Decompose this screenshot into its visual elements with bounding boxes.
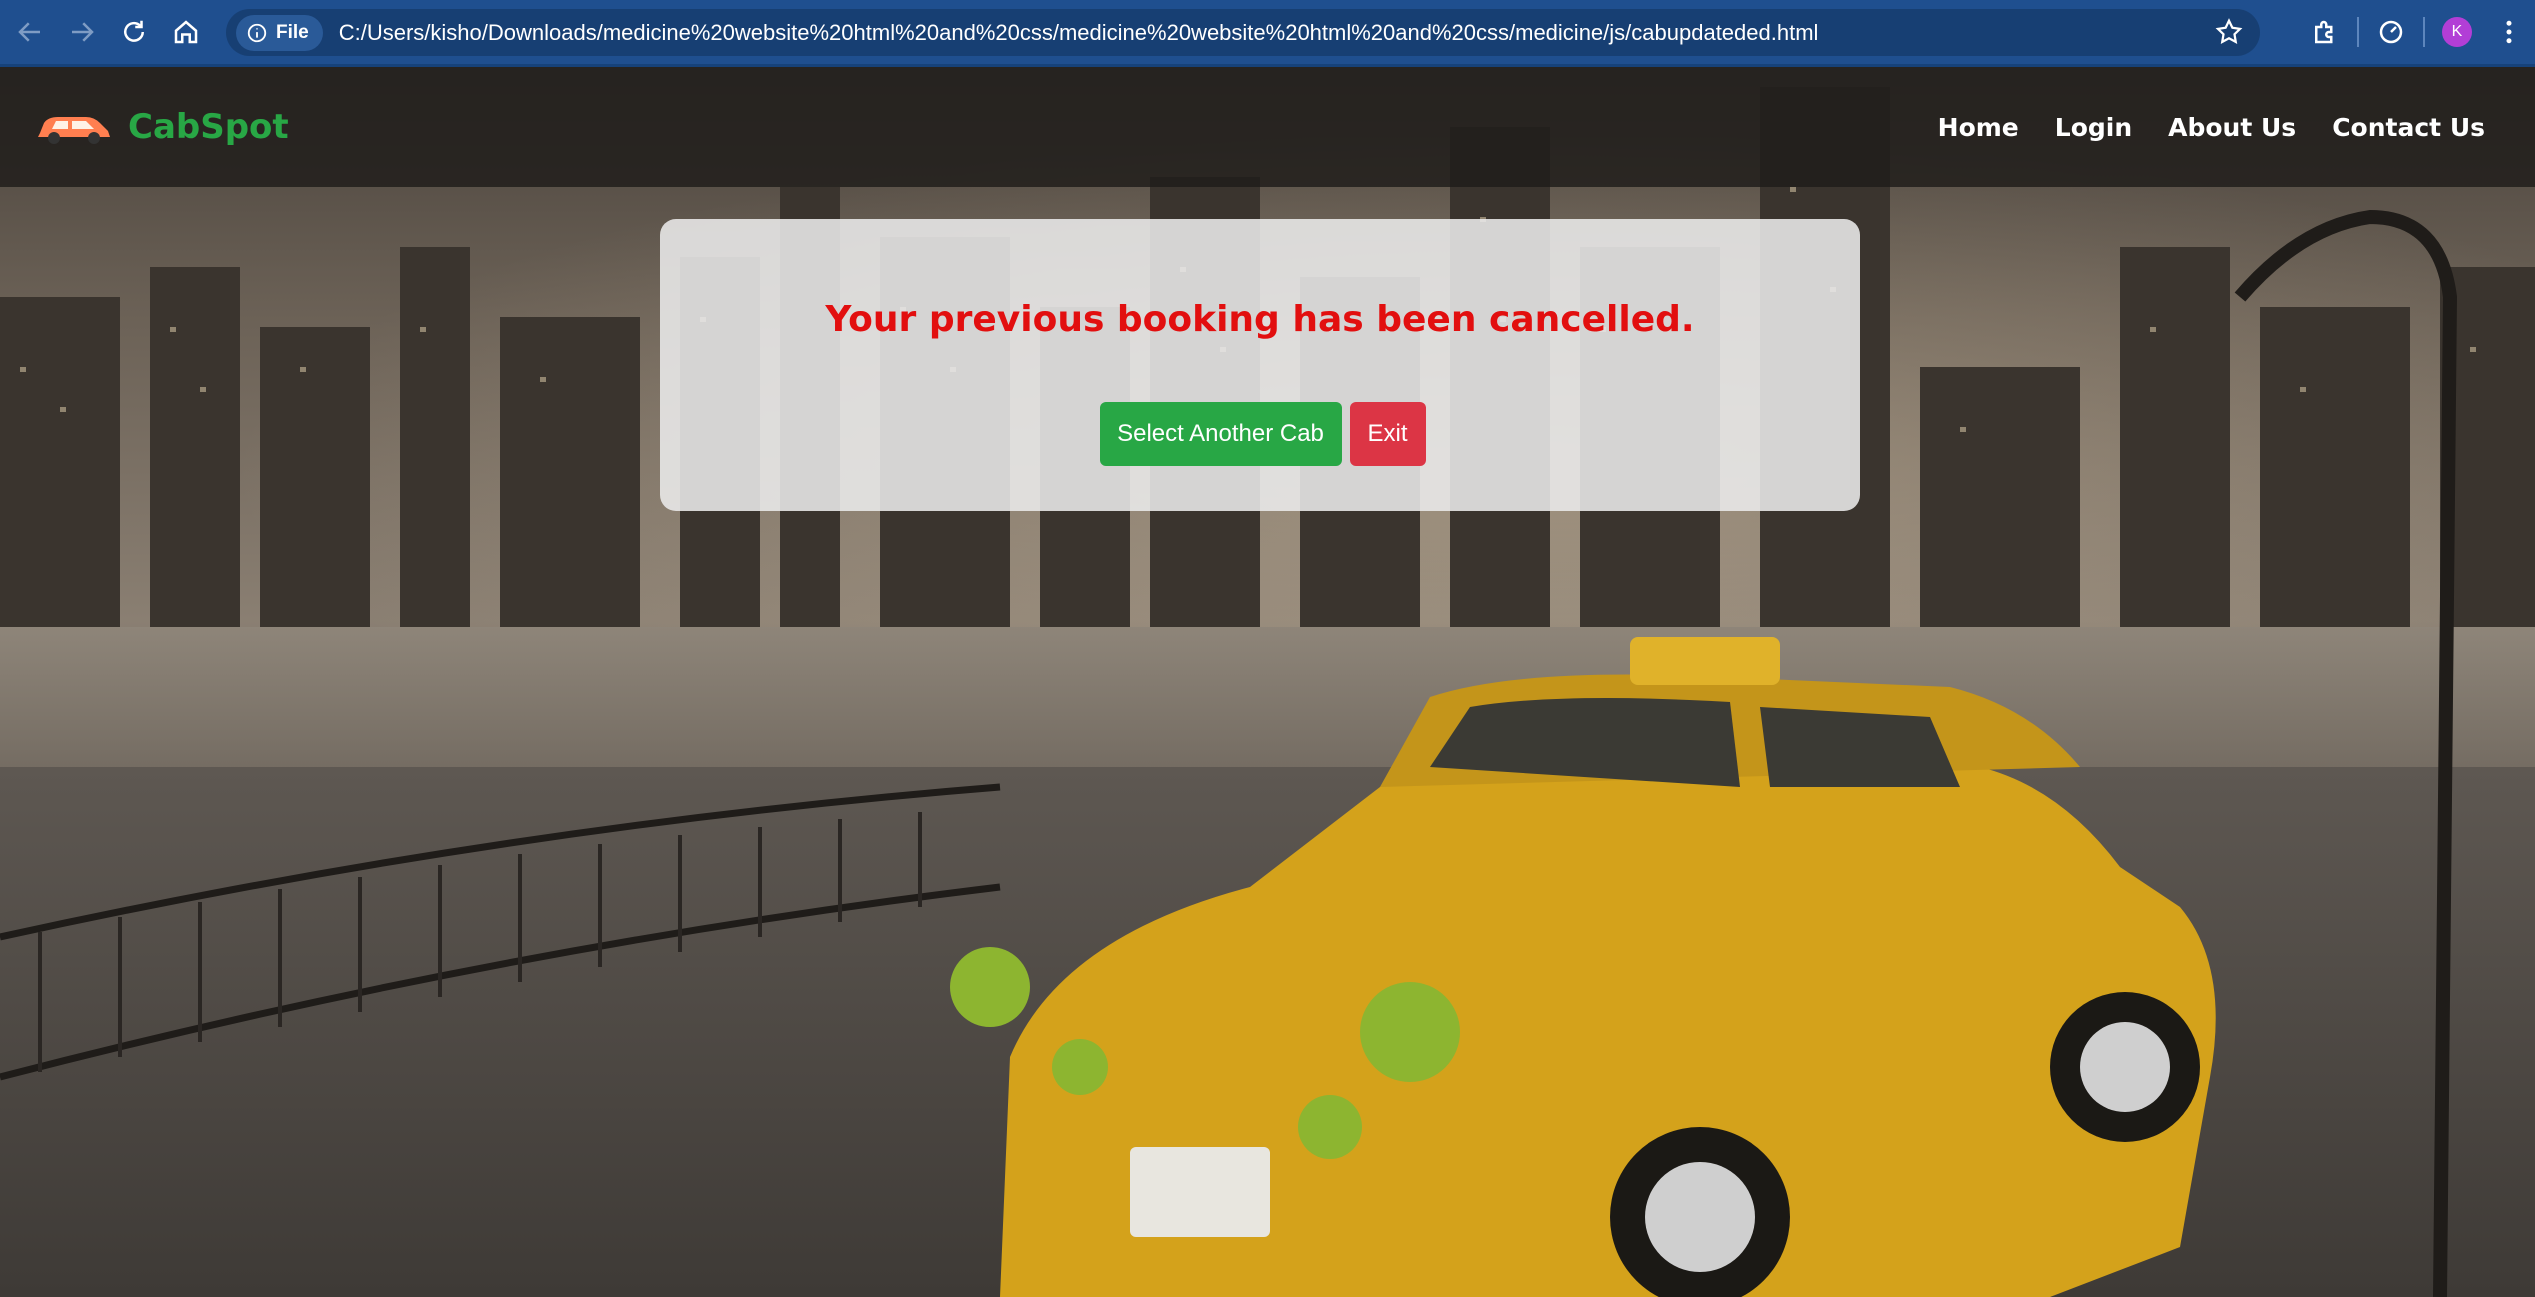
reload-button[interactable] bbox=[108, 6, 160, 58]
nav-link-login[interactable]: Login bbox=[2055, 113, 2132, 142]
avatar: K bbox=[2442, 17, 2472, 47]
browser-menu-button[interactable] bbox=[2483, 6, 2535, 58]
nav-link-home[interactable]: Home bbox=[1938, 113, 2019, 142]
bookmark-star-icon[interactable] bbox=[2214, 17, 2244, 47]
select-another-cab-button[interactable]: Select Another Cab bbox=[1099, 402, 1342, 466]
brand-logo[interactable]: CabSpot bbox=[34, 107, 289, 147]
profile-button[interactable]: K bbox=[2431, 6, 2483, 58]
more-vertical-icon bbox=[2506, 20, 2512, 44]
browser-toolbar: File C:/Users/kisho/Downloads/medicine%2… bbox=[0, 0, 2535, 67]
home-button[interactable] bbox=[160, 6, 212, 58]
toolbar-divider bbox=[2357, 17, 2359, 47]
toolbar-divider bbox=[2423, 17, 2425, 47]
site-header: CabSpot Home Login About Us Contact Us bbox=[0, 67, 2535, 187]
arrow-left-icon bbox=[18, 22, 40, 42]
speedometer-icon bbox=[2379, 20, 2403, 44]
reload-icon bbox=[124, 20, 144, 42]
site-info-chip[interactable]: File bbox=[236, 14, 323, 51]
car-icon bbox=[38, 117, 110, 144]
brand-name: CabSpot bbox=[128, 107, 289, 147]
url-text[interactable]: C:/Users/kisho/Downloads/medicine%20webs… bbox=[339, 20, 1819, 46]
cancellation-message: Your previous booking has been cancelled… bbox=[825, 299, 1695, 340]
main-nav: Home Login About Us Contact Us bbox=[1938, 67, 2485, 187]
exit-button[interactable]: Exit bbox=[1349, 402, 1426, 466]
puzzle-icon bbox=[2315, 20, 2333, 44]
performance-button[interactable] bbox=[2365, 6, 2417, 58]
web-page: CabSpot Home Login About Us Contact Us Y… bbox=[0, 67, 2535, 1297]
forward-button[interactable] bbox=[56, 6, 108, 58]
back-button[interactable] bbox=[4, 6, 56, 58]
action-buttons: Select Another Cab Exit bbox=[660, 402, 1860, 466]
cancellation-notice-card: Your previous booking has been cancelled… bbox=[660, 219, 1860, 511]
address-bar[interactable]: File C:/Users/kisho/Downloads/medicine%2… bbox=[226, 9, 2260, 56]
nav-link-contact-us[interactable]: Contact Us bbox=[2332, 113, 2485, 142]
extensions-button[interactable] bbox=[2299, 6, 2351, 58]
arrow-right-icon bbox=[72, 22, 94, 42]
nav-link-about-us[interactable]: About Us bbox=[2168, 113, 2296, 142]
file-label: File bbox=[276, 21, 309, 43]
info-icon bbox=[247, 23, 267, 42]
home-icon bbox=[174, 20, 198, 44]
